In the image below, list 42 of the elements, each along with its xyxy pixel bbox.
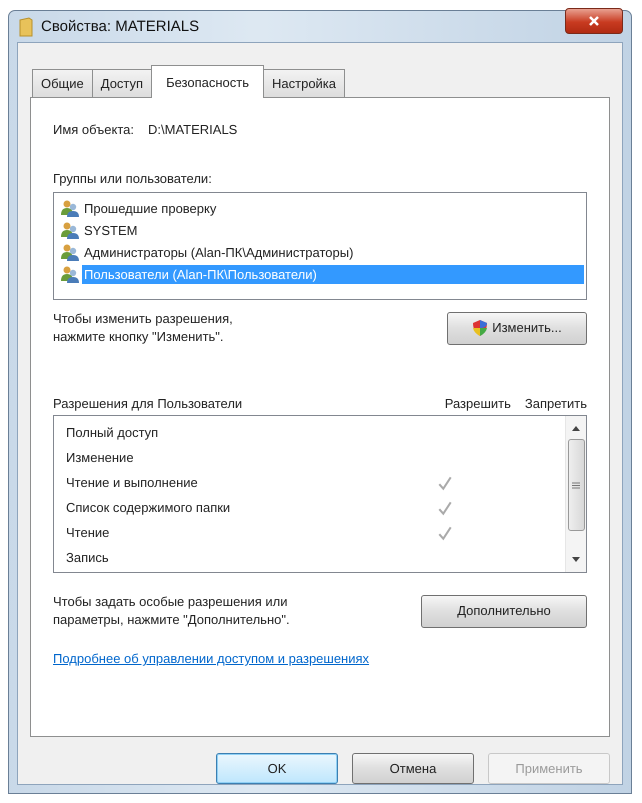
column-header: Разрешить [444,396,511,411]
advanced-button[interactable]: Дополнительно [421,594,587,628]
users-icon [60,243,80,261]
field-label: Имя объекта: [53,122,134,137]
window-title: Свойства: MATERIALS [41,18,200,35]
permission-name: Чтение [66,525,110,540]
hint-text: Чтобы задать особые разрешения или параметры, нажмите "Дополнительно". [53,593,291,629]
edit-button[interactable]: Изменить... [447,312,587,344]
hint-text: Чтобы изменить разрешения, нажмите кнопку "Изменить". [53,310,234,346]
permission-name: Запись [66,550,110,565]
permission-name: Список содержимого папки [66,500,232,515]
check-icon [437,500,453,516]
permission-name: Полный доступ [66,425,160,440]
shield-icon [472,319,488,337]
check-icon [437,524,453,540]
permission-name: Чтение и выполнение [66,475,199,490]
permission-name: Изменение [66,450,135,465]
list-item[interactable]: SYSTEM [82,220,584,240]
permissions-label: Разрешения для Пользователи [53,396,244,411]
tab[interactable]: Безопасность [151,65,264,98]
object-path: D:\MATERIALS [148,122,238,137]
scrollbar[interactable] [565,416,586,572]
grip-icon [572,482,580,488]
column-header: Запретить [524,396,587,411]
users-icon [60,265,80,283]
scroll-up-icon[interactable] [572,426,580,431]
tab[interactable]: Доступ [92,69,152,97]
section-label: Группы или пользователи: [53,171,213,186]
tab[interactable]: Настройка [263,69,346,97]
help-link[interactable]: Подробнее об управлении доступом и разрешениях [53,651,370,666]
users-icon [60,199,80,217]
check-icon [437,474,453,490]
scroll-down-icon[interactable] [572,557,580,562]
list-item[interactable]: Прошедшие проверку [82,198,584,218]
users-icon [60,221,80,239]
folder-icon [19,16,33,36]
list-item[interactable]: Администраторы (Alan-ПК\Администраторы) [82,242,584,262]
close-icon [588,14,600,26]
close-button[interactable] [565,8,623,34]
dialog-button[interactable]: Отмена [352,753,474,784]
dialog-button[interactable]: OK [216,753,338,784]
tab[interactable]: Общие [32,69,93,97]
